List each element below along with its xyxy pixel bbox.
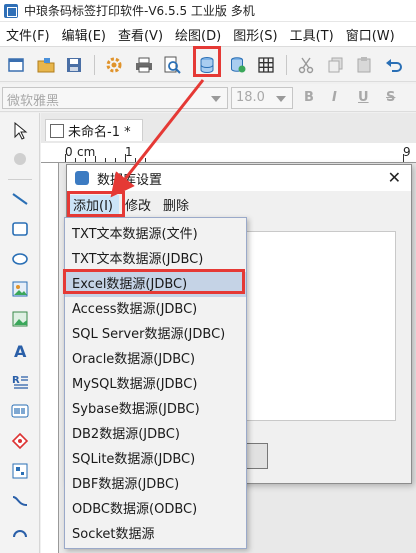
rectangle-tool-icon[interactable] (10, 219, 30, 239)
ellipse-tool-icon[interactable] (10, 249, 30, 269)
menu-draw[interactable]: 绘图(D) (169, 25, 227, 44)
toolbar-divider (286, 55, 287, 75)
font-family-select[interactable]: 微软雅黑 (2, 87, 228, 109)
open-folder-icon[interactable] (36, 55, 56, 75)
toolbar-highlight-box (193, 46, 221, 77)
vertical-ruler (41, 163, 59, 553)
add-datasource-dropdown: TXT文本数据源(文件) TXT文本数据源(JDBC) Excel数据源(JDB… (64, 217, 247, 549)
add-menu[interactable]: 添加(I) (67, 194, 119, 214)
menu-item-odbc[interactable]: ODBC数据源(ODBC) (65, 497, 246, 522)
ruler-tick (135, 158, 136, 162)
ruler-tick (85, 158, 86, 162)
menu-item-db2-jdbc[interactable]: DB2数据源(JDBC) (65, 422, 246, 447)
menu-tools[interactable]: 工具(T) (284, 25, 340, 44)
ruler-label: 1 (125, 145, 133, 159)
text-tool-icon[interactable]: A (10, 341, 30, 361)
dialog-menu-bar: 添加(I) 修改 删除 (67, 191, 411, 217)
ruler-tick (125, 154, 126, 162)
strikethrough-button[interactable]: S (386, 90, 395, 105)
toolbar-divider (94, 55, 95, 75)
app-logo-icon (4, 3, 18, 18)
menu-item-mysql-jdbc[interactable]: MySQL数据源(JDBC) (65, 372, 246, 397)
font-size-select[interactable]: 18.0 (231, 87, 293, 109)
ruler-tick (105, 158, 106, 162)
drawing-toolbox: A R (0, 113, 40, 553)
cut-icon[interactable] (296, 55, 316, 75)
undo-icon[interactable] (384, 55, 404, 75)
window-title: 中琅条码标签打印软件-V6.5.5 工业版 多机 (24, 4, 255, 18)
print-icon[interactable] (134, 55, 154, 75)
menu-item-excel-jdbc[interactable]: Excel数据源(JDBC) (65, 272, 246, 297)
toolbox-divider (8, 179, 32, 180)
database-icon (75, 171, 89, 185)
shape-tool-icon[interactable] (10, 431, 30, 451)
menu-view[interactable]: 查看(V) (112, 25, 169, 44)
copy-icon[interactable] (326, 55, 346, 75)
ruler-tick (65, 154, 66, 162)
svg-text:R: R (12, 375, 20, 386)
menu-item-oracle-jdbc[interactable]: Oracle数据源(JDBC) (65, 347, 246, 372)
barcode-tool-icon[interactable] (10, 401, 30, 421)
underline-button[interactable]: U (358, 90, 369, 105)
chevron-down-icon (276, 96, 286, 102)
ruler-label: 9 (403, 145, 411, 159)
select-pointer-icon[interactable] (10, 121, 30, 141)
rich-text-tool-icon[interactable]: R (10, 371, 30, 391)
modify-menu[interactable]: 修改 (119, 195, 157, 214)
menu-item-dbf-jdbc[interactable]: DBF数据源(JDBC) (65, 472, 246, 497)
arc-tool-icon[interactable] (10, 521, 30, 541)
image-tool-icon[interactable] (10, 279, 30, 299)
svg-text:A: A (14, 342, 27, 360)
menu-item-access-jdbc[interactable]: Access数据源(JDBC) (65, 297, 246, 322)
bold-button[interactable]: B (304, 90, 314, 105)
document-tab-label: 未命名-1 * (68, 125, 131, 140)
menu-item-sqlserver-jdbc[interactable]: SQL Server数据源(JDBC) (65, 322, 246, 347)
menu-item-socket[interactable]: Socket数据源 (65, 522, 246, 547)
qrcode-tool-icon[interactable] (10, 461, 30, 481)
title-bar: 中琅条码标签打印软件-V6.5.5 工业版 多机 (0, 0, 416, 22)
menu-item-sqlite-jdbc[interactable]: SQLite数据源(JDBC) (65, 447, 246, 472)
ruler-tick (403, 154, 404, 162)
ruler-label: 0 (65, 145, 73, 159)
menu-item-txt-jdbc[interactable]: TXT文本数据源(JDBC) (65, 247, 246, 272)
font-family-value: 微软雅黑 (7, 94, 60, 109)
datasource-list-panel[interactable] (246, 231, 396, 421)
ruler-tick (115, 158, 116, 162)
menu-item-txt-file[interactable]: TXT文本数据源(文件) (65, 222, 246, 247)
ruler-unit: cm (77, 145, 96, 159)
picture-tool-icon[interactable] (10, 309, 30, 329)
dialog-title: 数据库设置 (97, 172, 163, 188)
horizontal-ruler: 0 cm 1 9 (41, 143, 416, 163)
menu-file[interactable]: 文件(F) (0, 25, 56, 44)
dialog-button[interactable] (246, 443, 268, 469)
print-preview-icon[interactable] (162, 55, 182, 75)
menu-edit[interactable]: 编辑(E) (56, 25, 112, 44)
rotate-tool-icon[interactable] (10, 149, 30, 169)
ruler-tick (95, 156, 96, 162)
ruler-tick (75, 158, 76, 162)
font-size-value: 18.0 (236, 90, 265, 105)
close-icon[interactable]: ✕ (388, 168, 401, 187)
document-icon (50, 123, 64, 138)
grid-icon[interactable] (256, 55, 276, 75)
settings-gear-icon[interactable] (104, 55, 124, 75)
save-icon[interactable] (64, 55, 84, 75)
line-tool-icon[interactable] (10, 189, 30, 209)
ruler-tick (145, 158, 146, 162)
format-toolbar: 微软雅黑 18.0 B I U S (0, 84, 416, 112)
paste-icon[interactable] (354, 55, 374, 75)
database-connect-icon[interactable] (228, 55, 248, 75)
menu-item-sybase-jdbc[interactable]: Sybase数据源(JDBC) (65, 397, 246, 422)
menu-bar: 文件(F) 编辑(E) 查看(V) 绘图(D) 图形(S) 工具(T) 窗口(W… (0, 22, 416, 46)
curve-tool-icon[interactable] (10, 491, 30, 511)
menu-window[interactable]: 窗口(W) (340, 25, 401, 44)
italic-button[interactable]: I (332, 90, 337, 105)
delete-menu[interactable]: 删除 (157, 195, 195, 214)
new-document-icon[interactable] (6, 55, 26, 75)
menu-shape[interactable]: 图形(S) (227, 25, 283, 44)
dialog-title-bar: 数据库设置 ✕ (67, 165, 411, 191)
document-tab[interactable]: 未命名-1 * (45, 119, 143, 141)
chevron-down-icon (211, 96, 221, 102)
